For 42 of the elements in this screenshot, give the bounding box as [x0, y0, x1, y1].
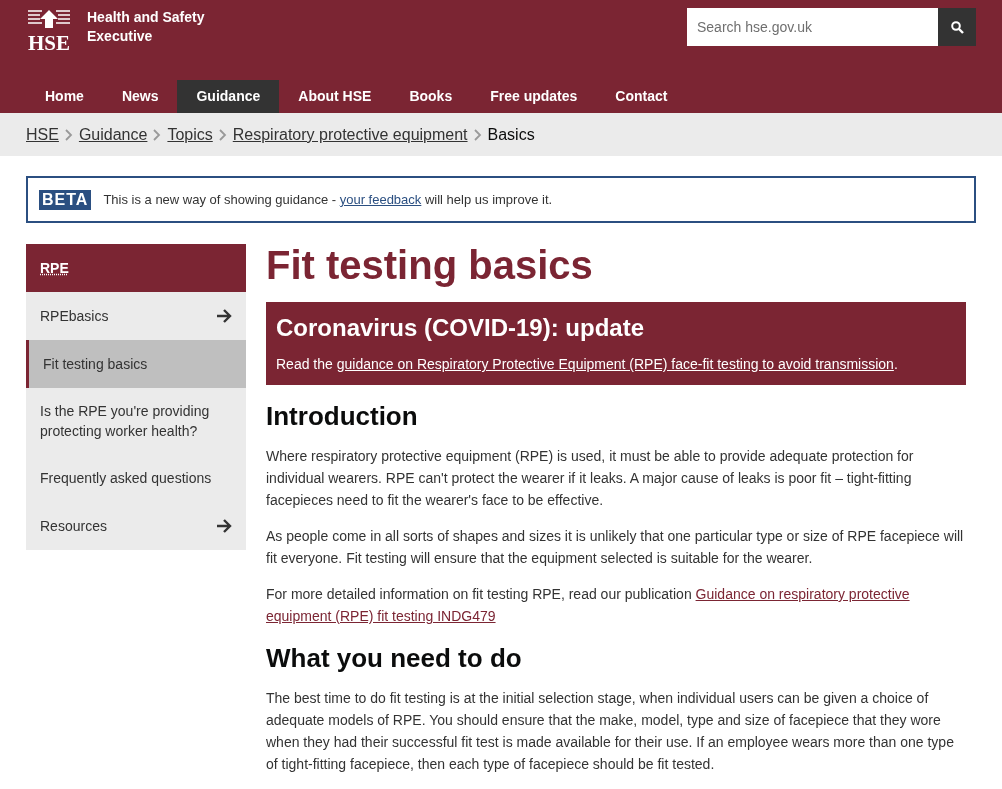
paragraph: This is a new way of showing guidance - your feedback will help us improve it.: [103, 190, 553, 209]
nav-tab[interactable]: News: [102, 80, 178, 113]
search-field[interactable]: Search hse.gov.uk: [687, 8, 938, 46]
beta-tag: BETA: [39, 189, 92, 210]
breadcrumb-link[interactable]: Guidance: [78, 122, 148, 147]
text-link[interactable]: Guidance on respiratory protective: [695, 586, 910, 602]
sidebar-heading-text: RPE: [40, 258, 69, 278]
organisation-name: Health and Safety Executive: [87, 8, 206, 46]
search-button[interactable]: [938, 8, 976, 46]
paragraph: The best time to do fit testing is at the initial selection stage, when individual users can be given a choice of adequate models of RPE. You should ensure that the make, model, type and size of facepiece that they wore when they had their successful fit test is made available for their use. If an employee wears more than one type of tight-fitting facepiece, then each type of facepiece should be fit tested.: [266, 689, 955, 774]
nav-tab[interactable]: About HSE: [279, 80, 391, 113]
section-heading: What you need to do: [266, 643, 523, 673]
section-heading: Introduction: [266, 401, 419, 431]
paragraph: Read the guidance on Respiratory Protective Equipment (RPE) face-fit testing to avoid transmission.: [276, 355, 899, 374]
chevron-right-icon: [64, 128, 73, 141]
sidebar-item[interactable]: Fit testing basics: [26, 340, 246, 388]
breadcrumb-current: Basics: [487, 124, 535, 145]
chevron-right-icon: [153, 128, 162, 141]
sidebar-item[interactable]: RPEbasics: [26, 292, 246, 340]
sidebar-item[interactable]: Frequently asked questions: [26, 454, 246, 502]
page-title: Fit testing basics: [266, 244, 594, 286]
paragraph: Where respiratory protective equipment (RPE) is used, it must be able to provide adequate protection for individual wearers. RPE can't protect the wearer if it leaks. A major cause of leaks is poor fit – tight-fitting facepieces need to fit the wearer's face to be effective.: [266, 447, 915, 510]
text-link[interactable]: your feedback: [339, 191, 422, 207]
text-link[interactable]: guidance on Respiratory Protective Equipment (RPE) face-fit testing to avoid transmission: [336, 356, 894, 372]
sidebar-item[interactable]: Is the RPE you're providing protecting worker health?: [26, 388, 246, 454]
nav-tab[interactable]: Home: [26, 80, 103, 113]
search-icon: [950, 20, 964, 34]
breadcrumb-link[interactable]: Respiratory protective equipment: [232, 122, 468, 147]
paragraph: As people come in all sorts of shapes and sizes it is unlikely that one particular type or size of RPE facepiece will fit everyone. Fit testing will ensure that the equipment selected is suitable for the wearer.: [266, 527, 965, 568]
nav-tab[interactable]: Books: [390, 80, 472, 113]
nav-tab[interactable]: Contact: [596, 80, 687, 113]
chevron-right-icon: [218, 128, 227, 141]
paragraph: For more detailed information on fit testing RPE, read our publication Guidance on respiratory protective equipment (RPE) fit testing INDG479: [266, 585, 911, 626]
text-link[interactable]: equipment (RPE) fit testing INDG479: [266, 608, 496, 624]
notice-title: Coronavirus (COVID-19): update: [276, 314, 646, 342]
breadcrumb-link[interactable]: Topics: [167, 122, 213, 147]
breadcrumb-link[interactable]: HSE: [26, 122, 59, 147]
nav-tab[interactable]: Guidance: [177, 80, 280, 113]
chevron-right-icon: [473, 128, 482, 141]
nav-tab[interactable]: Free updates: [471, 80, 597, 113]
logo-text: HSE: [28, 32, 70, 54]
sidebar-item[interactable]: Resources: [26, 502, 246, 550]
